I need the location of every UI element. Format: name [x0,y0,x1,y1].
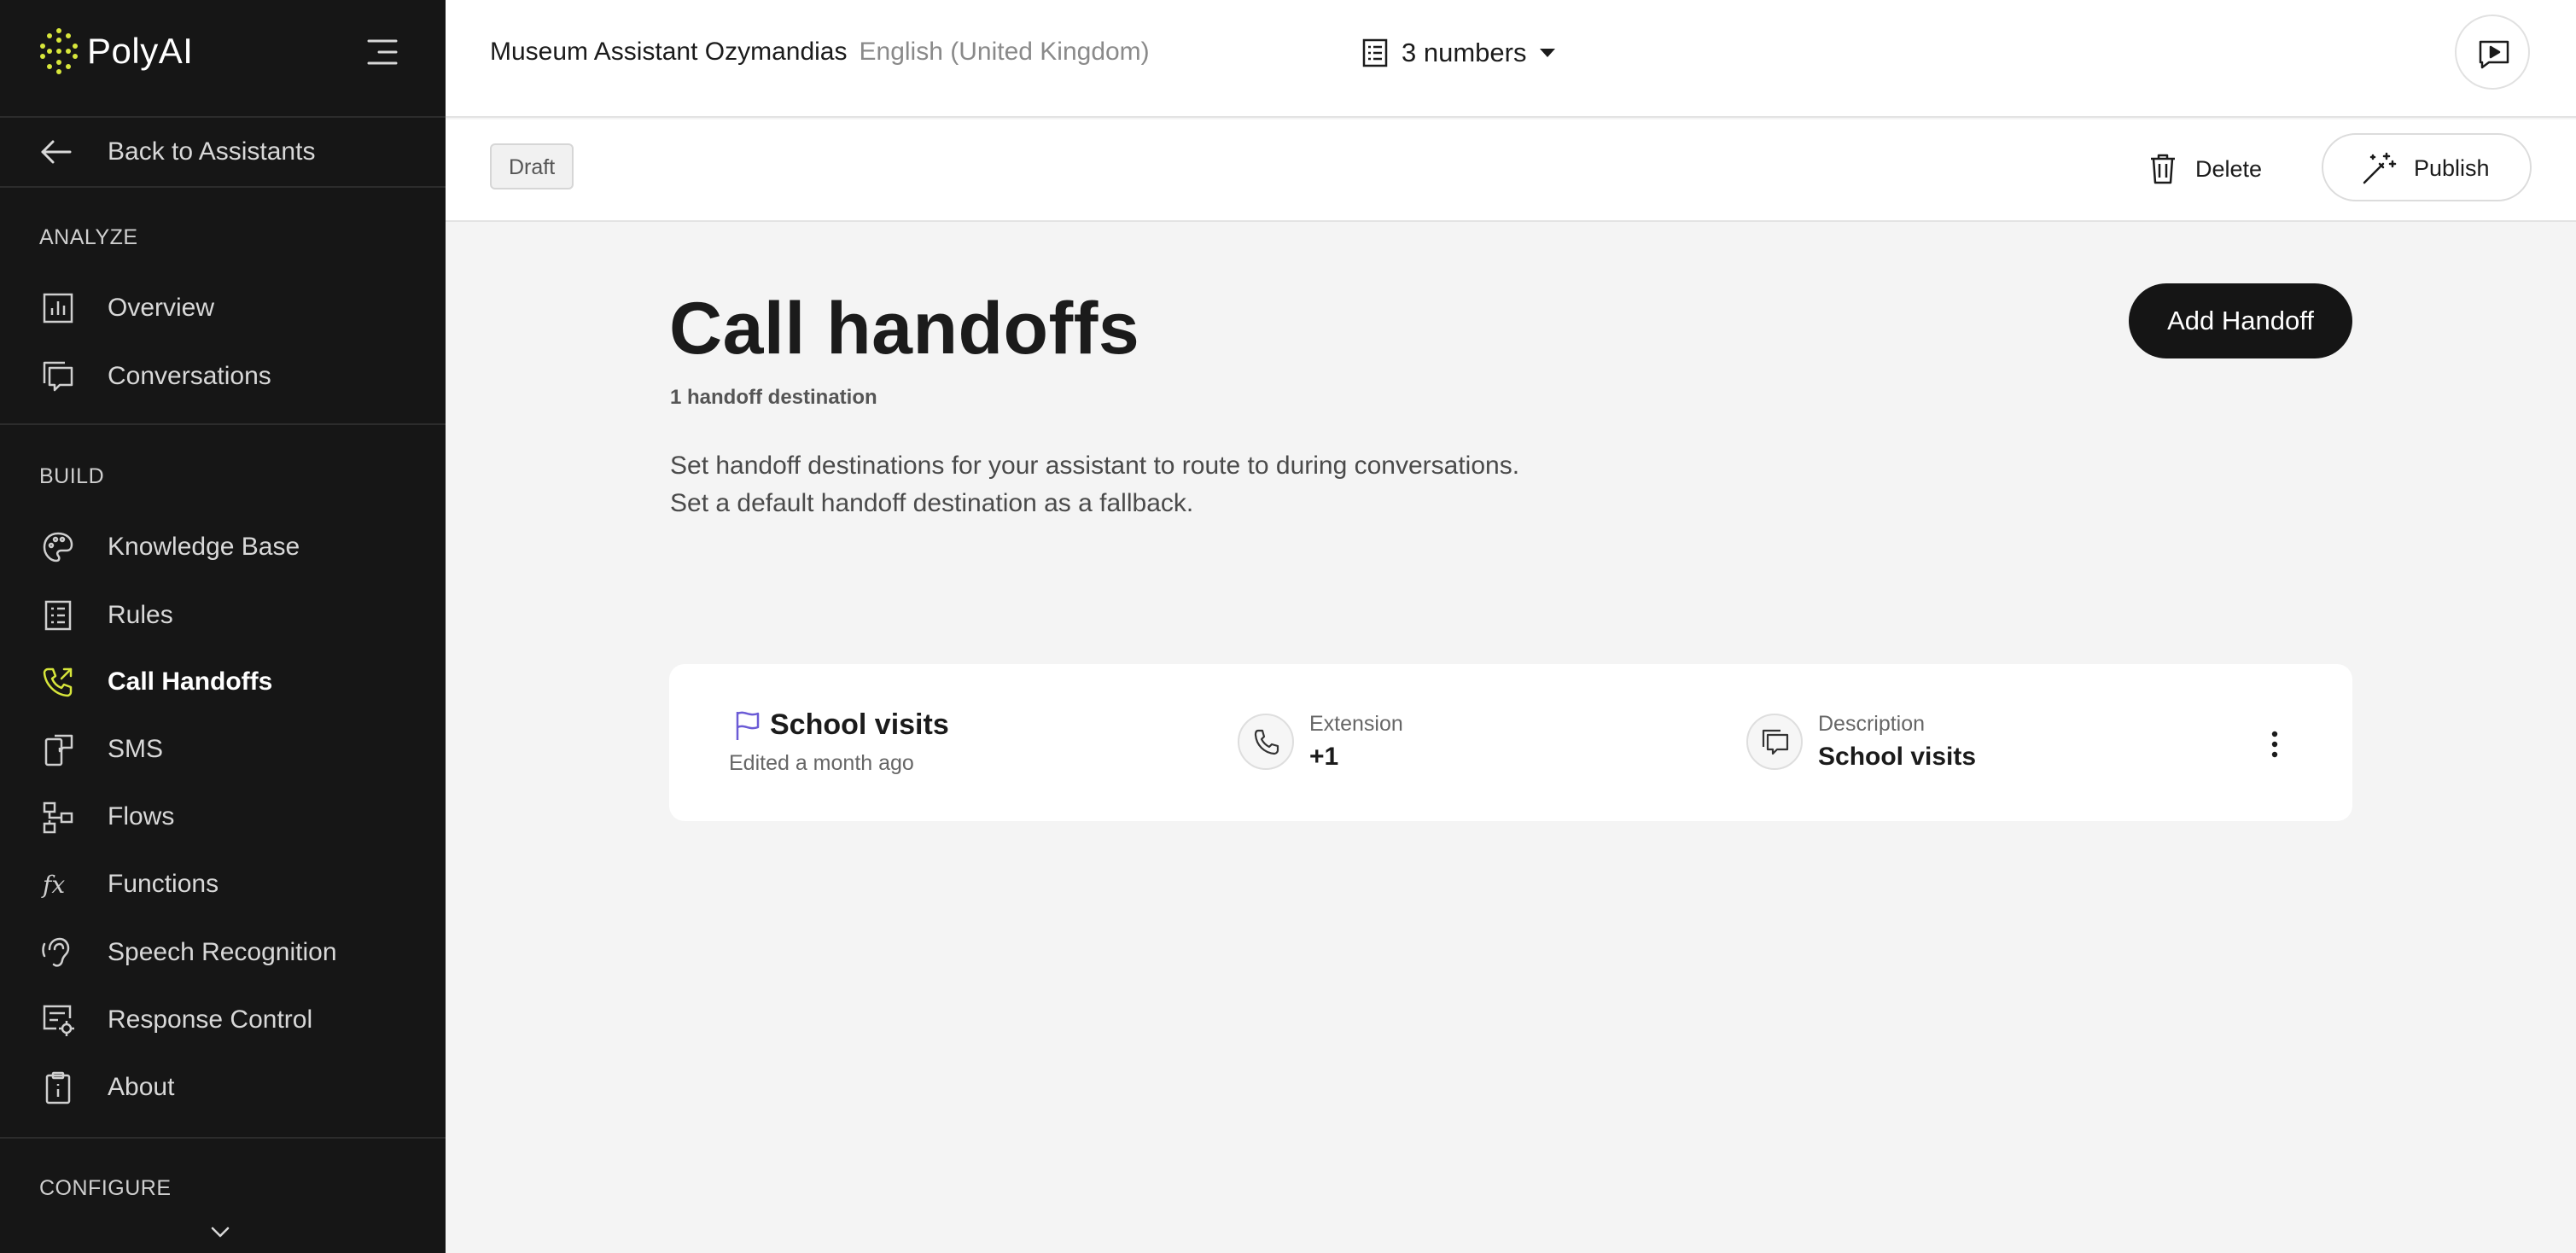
sidebar: PolyAI Back to Assistants ANALYZE Overvi… [0,0,446,1253]
sidebar-item-label: Knowledge Base [108,533,300,561]
delete-button[interactable]: Delete [2149,150,2262,188]
menu-toggle-icon[interactable] [365,38,399,67]
sidebar-item-label: About [108,1073,175,1101]
extension-label: Extension [1309,712,1403,736]
sidebar-item-label: Call Handoffs [108,667,273,696]
list-icon [44,600,72,631]
description-line: Set handoff destinations for your assist… [670,452,1520,480]
sidebar-item-label: Overview [108,294,215,322]
top-header: Museum Assistant Ozymandias English (Unit… [446,0,2576,118]
section-label-build: BUILD [39,464,105,488]
polyai-logo-icon [40,28,78,74]
magic-wand-icon [2363,152,2397,184]
back-label: Back to Assistants [108,137,316,166]
add-handoff-button[interactable]: Add Handoff [2129,283,2352,358]
sidebar-divider [0,186,446,188]
sidebar-item-label: Conversations [108,362,271,390]
action-toolbar: Draft Delete Publish [446,119,2576,222]
flows-icon [43,801,73,834]
back-to-assistants-link[interactable]: Back to Assistants [0,119,446,184]
handoff-edited: Edited a month ago [729,751,914,775]
caret-down-icon [1540,49,1556,57]
sidebar-item-conversations[interactable]: Conversations [0,346,446,407]
chat-bubbles-icon [1762,729,1789,755]
section-label-configure: CONFIGURE [39,1176,172,1200]
trash-icon [2151,154,2175,184]
brand-name: PolyAI [87,31,194,71]
more-options-icon[interactable] [2262,727,2288,761]
flag-icon [736,711,760,740]
numbers-list-icon [1362,38,1388,67]
chat-bubbles-icon [43,361,73,392]
sidebar-item-speech-recognition[interactable]: Speech Recognition [0,922,446,983]
sidebar-divider [0,116,446,118]
delete-label: Delete [2195,155,2263,182]
palette-icon [43,532,73,562]
sidebar-item-call-handoffs[interactable]: Call Handoffs [0,651,446,713]
sidebar-item-rules[interactable]: Rules [0,585,446,646]
numbers-dropdown[interactable]: 3 numbers [1361,32,1557,73]
phone-forward-icon [43,667,73,697]
ear-icon [42,937,70,967]
chevron-down-icon[interactable] [210,1226,230,1239]
assistant-name: Museum Assistant Ozymandias [490,38,848,66]
assistant-language: English (United Kingdom) [859,38,1150,66]
sidebar-item-label: Functions [108,870,219,898]
sidebar-item-functions[interactable]: fx Functions [0,854,446,915]
section-label-analyze: ANALYZE [39,225,138,249]
test-chat-button[interactable] [2455,15,2530,90]
sidebar-item-sms[interactable]: SMS [0,719,446,780]
sidebar-item-label: Speech Recognition [108,938,337,966]
publish-label: Publish [2414,155,2490,181]
sidebar-item-label: Flows [108,802,175,830]
chat-play-icon [2479,40,2509,69]
brand[interactable]: PolyAI [39,24,193,79]
description-label: Description [1818,712,1926,736]
handoff-card[interactable]: School visits Edited a month ago Extensi… [669,664,2352,821]
sidebar-item-overview[interactable]: Overview [0,277,446,339]
sidebar-item-knowledge-base[interactable]: Knowledge Base [0,516,446,578]
sidebar-divider [0,1137,446,1139]
status-badge: Draft [490,143,574,189]
description-line: Set a default handoff destination as a f… [670,489,1194,517]
arrow-left-icon [41,140,72,164]
assistant-title: Museum Assistant Ozymandias English (Unit… [490,38,1150,67]
sidebar-item-label: Rules [108,601,173,629]
sidebar-divider [0,423,446,425]
bar-chart-icon [43,293,73,323]
svg-text:fx: fx [41,871,65,899]
publish-button[interactable]: Publish [2322,133,2532,201]
extension-icon-wrap [1238,714,1294,770]
handoff-name: School visits [770,708,949,741]
description-icon-wrap [1746,714,1803,770]
handoff-count: 1 handoff destination [670,386,877,409]
sidebar-item-response-control[interactable]: Response Control [0,989,446,1051]
page-title: Call handoffs [669,288,1140,370]
sidebar-item-label: Response Control [108,1005,313,1034]
extension-value: +1 [1309,743,1339,771]
phone-icon [1254,729,1279,755]
page-description: Set handoff destinations for your assist… [670,447,1519,522]
sidebar-item-flows[interactable]: Flows [0,786,446,848]
clipboard-icon [45,1071,71,1104]
description-value: School visits [1818,743,1977,771]
sidebar-item-label: SMS [108,735,164,763]
response-control-icon [43,1005,74,1036]
numbers-label: 3 numbers [1402,38,1527,67]
sidebar-item-about[interactable]: About [0,1057,446,1118]
fx-icon: fx [41,871,65,899]
sms-icon [44,734,73,766]
